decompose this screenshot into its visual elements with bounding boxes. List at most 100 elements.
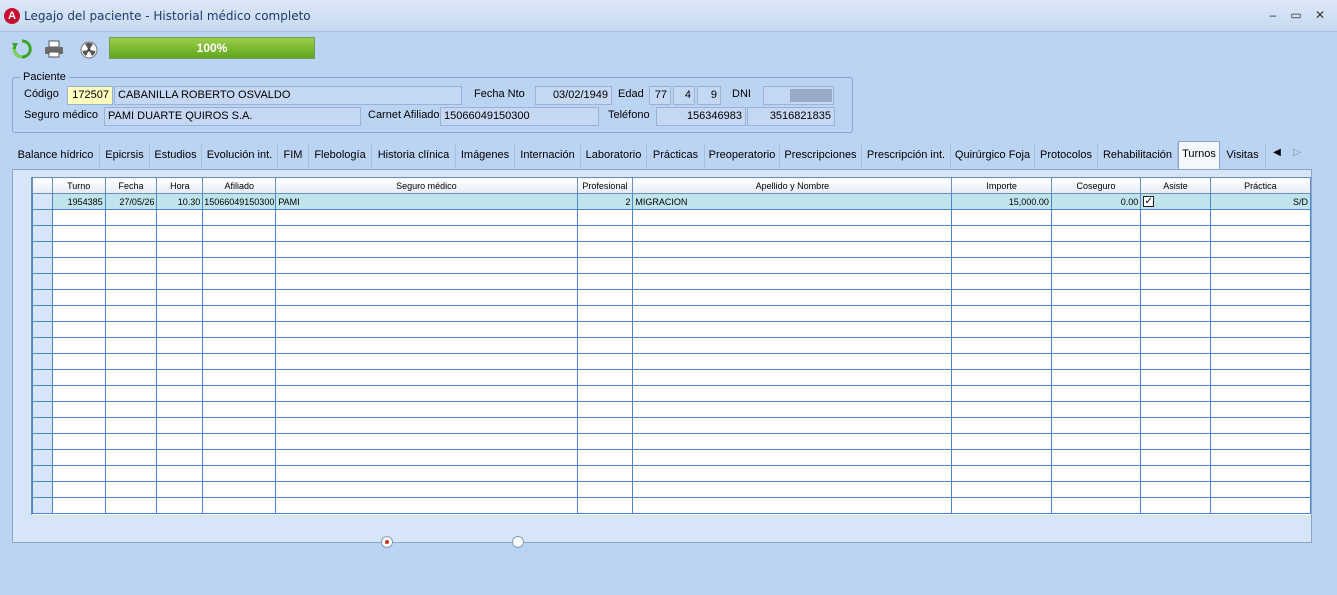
grid-cell[interactable]	[156, 289, 204, 306]
grid-cell[interactable]	[1050, 497, 1142, 514]
grid-cell[interactable]	[1140, 369, 1211, 386]
grid-cell[interactable]	[1050, 289, 1142, 306]
grid-cell[interactable]	[51, 481, 106, 498]
grid-cell[interactable]	[156, 497, 204, 514]
grid-cell[interactable]	[951, 369, 1052, 386]
col-header-practica[interactable]: Práctica	[1209, 177, 1311, 194]
grid-cell[interactable]	[576, 465, 634, 482]
row-selector[interactable]	[32, 321, 53, 338]
grid-cell[interactable]	[202, 225, 277, 242]
grid-cell[interactable]	[275, 481, 578, 498]
grid-cell[interactable]	[202, 241, 277, 258]
table-row-empty[interactable]	[32, 209, 1311, 226]
grid-cell[interactable]	[951, 385, 1052, 402]
grid-cell[interactable]	[576, 337, 634, 354]
grid-cell[interactable]	[1050, 369, 1142, 386]
grid-cell[interactable]	[951, 497, 1052, 514]
col-header-fecha[interactable]: Fecha	[104, 177, 158, 194]
cell-coseguro[interactable]: 0.00	[1050, 193, 1142, 210]
grid-cell[interactable]	[576, 289, 634, 306]
cell-practica[interactable]: S/D	[1209, 193, 1311, 210]
grid-cell[interactable]	[104, 353, 158, 370]
seguro-field[interactable]: PAMI DUARTE QUIROS S.A.	[104, 107, 361, 126]
radiation-icon[interactable]	[78, 38, 102, 60]
grid-cell[interactable]	[1209, 289, 1311, 306]
grid-cell[interactable]	[156, 449, 204, 466]
grid-cell[interactable]	[951, 257, 1052, 274]
tab-scroll-right-icon[interactable]: ▷	[1288, 147, 1306, 165]
radio-option-1[interactable]	[381, 536, 393, 548]
grid-cell[interactable]	[632, 497, 953, 514]
grid-cell[interactable]	[156, 337, 204, 354]
col-header-turno[interactable]: Turno	[51, 177, 106, 194]
tab-flebologia[interactable]: Flebología	[309, 143, 372, 168]
grid-cell[interactable]	[632, 321, 953, 338]
col-header-afiliado[interactable]: Afiliado	[202, 177, 277, 194]
grid-cell[interactable]	[104, 257, 158, 274]
grid-cell[interactable]	[104, 449, 158, 466]
grid-cell[interactable]	[576, 433, 634, 450]
grid-cell[interactable]	[202, 497, 277, 514]
table-row-empty[interactable]	[32, 257, 1311, 274]
grid-cell[interactable]	[1140, 481, 1211, 498]
grid-cell[interactable]	[202, 305, 277, 322]
row-selector[interactable]	[32, 385, 53, 402]
row-selector[interactable]	[32, 465, 53, 482]
grid-cell[interactable]	[104, 209, 158, 226]
edad-meses-field[interactable]: 4	[673, 86, 695, 105]
grid-cell[interactable]	[576, 401, 634, 418]
grid-cell[interactable]	[1209, 209, 1311, 226]
grid-cell[interactable]	[275, 433, 578, 450]
table-row-empty[interactable]	[32, 497, 1311, 514]
grid-cell[interactable]	[1140, 449, 1211, 466]
table-row-empty[interactable]	[32, 305, 1311, 322]
fecha-nto-field[interactable]: 03/02/1949	[535, 86, 612, 105]
grid-cell[interactable]	[576, 305, 634, 322]
grid-cell[interactable]	[1140, 385, 1211, 402]
row-selector[interactable]	[32, 481, 53, 498]
grid-cell[interactable]	[202, 481, 277, 498]
grid-cell[interactable]	[1050, 273, 1142, 290]
grid-cell[interactable]	[951, 481, 1052, 498]
grid-cell[interactable]	[1050, 257, 1142, 274]
grid-cell[interactable]	[156, 417, 204, 434]
tab-scroll-left-icon[interactable]: ◀	[1268, 147, 1286, 165]
cell-apellido-nombre[interactable]: MIGRACION	[632, 193, 953, 210]
table-row-empty[interactable]	[32, 465, 1311, 482]
grid-cell[interactable]	[1140, 321, 1211, 338]
grid-cell[interactable]	[104, 385, 158, 402]
grid-cell[interactable]	[1209, 481, 1311, 498]
grid-cell[interactable]	[1050, 305, 1142, 322]
grid-cell[interactable]	[51, 209, 106, 226]
grid-cell[interactable]	[202, 321, 277, 338]
grid-cell[interactable]	[951, 417, 1052, 434]
grid-cell[interactable]	[104, 369, 158, 386]
grid-cell[interactable]	[156, 465, 204, 482]
grid-cell[interactable]	[202, 353, 277, 370]
grid-cell[interactable]	[632, 417, 953, 434]
grid-cell[interactable]	[576, 273, 634, 290]
tab-rehabilitacion[interactable]: Rehabilitación	[1098, 143, 1178, 168]
grid-cell[interactable]	[275, 449, 578, 466]
dni-field[interactable]	[763, 86, 834, 105]
grid-cell[interactable]	[1050, 353, 1142, 370]
cell-hora[interactable]: 10.30	[156, 193, 204, 210]
grid-cell[interactable]	[51, 353, 106, 370]
col-header-asiste[interactable]: Asiste	[1140, 177, 1211, 194]
row-selector[interactable]	[32, 225, 53, 242]
grid-cell[interactable]	[632, 273, 953, 290]
grid-cell[interactable]	[576, 449, 634, 466]
cell-asiste[interactable]: ✓	[1140, 193, 1211, 210]
grid-cell[interactable]	[51, 305, 106, 322]
grid-cell[interactable]	[202, 433, 277, 450]
telefono2-field[interactable]: 3516821835	[747, 107, 835, 126]
grid-cell[interactable]	[951, 465, 1052, 482]
grid-cell[interactable]	[156, 401, 204, 418]
cell-profesional[interactable]: 2	[576, 193, 634, 210]
col-header-coseguro[interactable]: Coseguro	[1050, 177, 1142, 194]
table-row-empty[interactable]	[32, 289, 1311, 306]
table-row[interactable]: 1954385 27/05/26 10.30 15066049150300 PA…	[32, 193, 1311, 210]
grid-cell[interactable]	[632, 225, 953, 242]
telefono1-field[interactable]: 156346983	[656, 107, 746, 126]
grid-cell[interactable]	[156, 369, 204, 386]
